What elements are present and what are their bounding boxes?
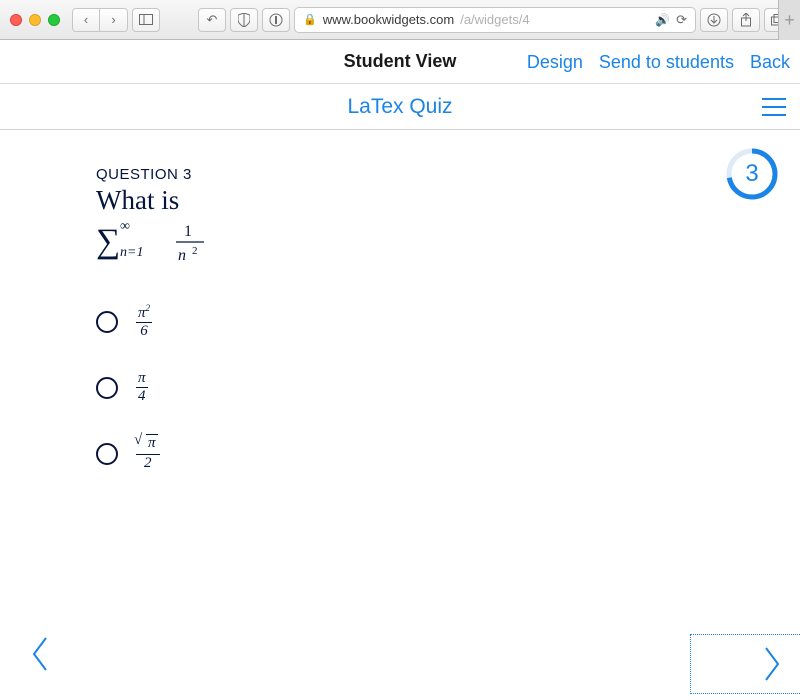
quiz-title-bar: LaTex Quiz: [0, 84, 800, 130]
prev-question-button[interactable]: [30, 634, 54, 674]
reader-audio-icon[interactable]: 🔊: [655, 13, 670, 27]
options-list: π2 6 π 4 √ π: [96, 303, 800, 472]
reload-icon[interactable]: ⟳: [676, 12, 687, 28]
option-c[interactable]: √ π 2: [96, 435, 800, 472]
lock-icon: 🔒: [303, 13, 317, 26]
option-a-formula: π2 6: [136, 303, 152, 340]
minimize-window-icon[interactable]: [29, 14, 41, 26]
new-tab-button[interactable]: +: [778, 0, 800, 40]
maximize-window-icon[interactable]: [48, 14, 60, 26]
url-domain: www.bookwidgets.com: [323, 12, 455, 27]
view-mode-title: Student View: [344, 51, 457, 72]
radio-icon: [96, 311, 118, 333]
question-content: QUESTION 3 What is ∑ ∞ n=1 1 n 2 π2: [0, 130, 800, 472]
shield-icon[interactable]: [230, 8, 258, 32]
svg-text:∑: ∑: [96, 223, 120, 260]
browser-chrome: ‹ › ↶ 🔒 www.bookwidgets.com/a/widgets/4 …: [0, 0, 800, 40]
option-b-formula: π 4: [136, 370, 148, 405]
forward-button[interactable]: ›: [100, 8, 128, 32]
close-window-icon[interactable]: [10, 14, 22, 26]
question-text: What is: [96, 185, 800, 216]
url-path: /a/widgets/4: [460, 12, 529, 27]
next-question-button[interactable]: [690, 634, 800, 694]
design-link[interactable]: Design: [527, 52, 583, 73]
radio-icon: [96, 377, 118, 399]
radio-icon: [96, 443, 118, 465]
question-counter-badge: 3: [726, 148, 778, 200]
address-bar[interactable]: 🔒 www.bookwidgets.com/a/widgets/4 🔊 ⟳: [294, 7, 696, 33]
window-controls: [10, 14, 60, 26]
svg-text:∞: ∞: [120, 220, 130, 234]
question-counter-value: 3: [726, 148, 778, 200]
app-header: Student View Design Send to students Bac…: [0, 40, 800, 84]
svg-text:n=1: n=1: [120, 245, 143, 260]
option-c-formula: √ π 2: [136, 435, 160, 472]
share-icon[interactable]: [732, 8, 760, 32]
quiz-main: 3 QUESTION 3 What is ∑ ∞ n=1 1 n 2 π2: [0, 130, 800, 700]
extension-icon[interactable]: [262, 8, 290, 32]
bottom-nav: [0, 634, 800, 700]
sidebar-toggle-icon[interactable]: [132, 8, 160, 32]
hamburger-icon[interactable]: [762, 98, 786, 116]
svg-text:n: n: [178, 247, 186, 264]
back-link[interactable]: Back: [750, 52, 790, 73]
option-a[interactable]: π2 6: [96, 303, 800, 340]
back-button[interactable]: ‹: [72, 8, 100, 32]
svg-text:1: 1: [184, 223, 192, 240]
svg-text:2: 2: [192, 245, 198, 257]
quiz-title: LaTex Quiz: [347, 95, 452, 119]
send-to-students-link[interactable]: Send to students: [599, 52, 734, 73]
undo-nav-icon[interactable]: ↶: [198, 8, 226, 32]
header-links: Design Send to students Back: [527, 40, 790, 84]
downloads-icon[interactable]: [700, 8, 728, 32]
question-label: QUESTION 3: [96, 166, 800, 183]
option-b[interactable]: π 4: [96, 370, 800, 405]
question-formula: ∑ ∞ n=1 1 n 2: [96, 220, 800, 269]
